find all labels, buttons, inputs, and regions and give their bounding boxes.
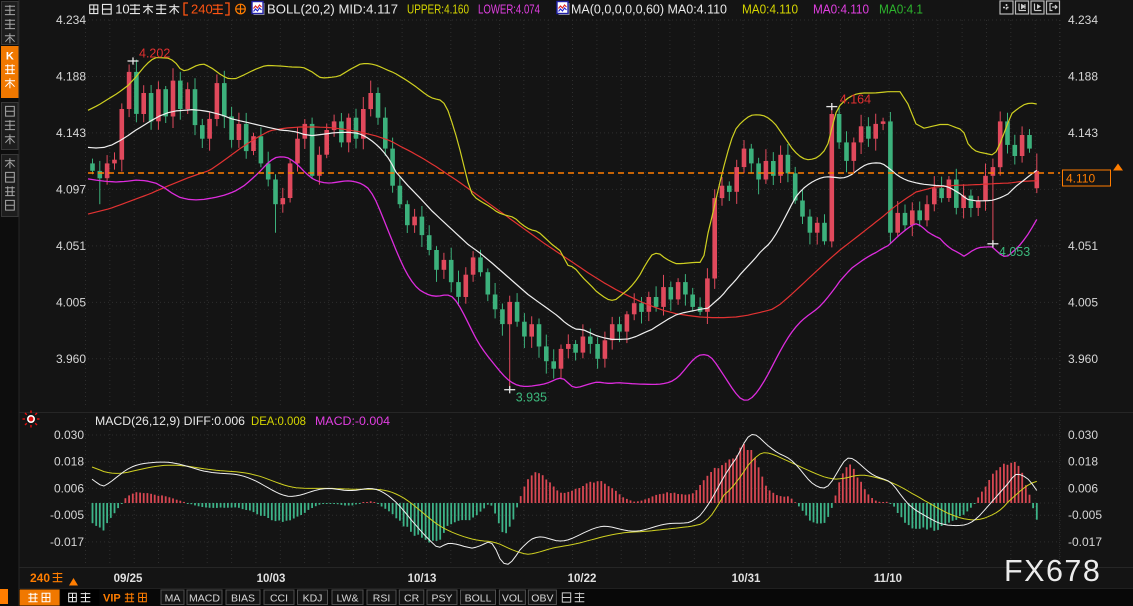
svg-text:MA0:4.110: MA0:4.110 <box>813 3 869 17</box>
svg-text:BOLL: BOLL <box>465 593 492 605</box>
svg-text:-0.017: -0.017 <box>1068 535 1102 549</box>
svg-text:0.018: 0.018 <box>54 455 84 469</box>
svg-text:-0.017: -0.017 <box>50 535 84 549</box>
svg-text:DEA:0.008: DEA:0.008 <box>251 414 306 428</box>
svg-text:10/03: 10/03 <box>257 573 286 585</box>
svg-text:4.234: 4.234 <box>1068 13 1098 27</box>
svg-text:4.202: 4.202 <box>139 47 170 61</box>
svg-text:PSY: PSY <box>431 593 452 605</box>
svg-text:0.006: 0.006 <box>1068 481 1098 495</box>
svg-text:OBV: OBV <box>531 593 553 605</box>
svg-text:4.143: 4.143 <box>1068 126 1098 140</box>
svg-text:4.164: 4.164 <box>840 93 871 107</box>
svg-text:4.234: 4.234 <box>56 13 86 27</box>
svg-text:4.005: 4.005 <box>56 295 86 309</box>
svg-text:MACD(26,12,9) DIFF:0.006: MACD(26,12,9) DIFF:0.006 <box>95 414 245 428</box>
svg-text:240: 240 <box>191 2 213 17</box>
svg-text:VIP: VIP <box>103 593 121 605</box>
svg-text:0.030: 0.030 <box>54 428 84 442</box>
svg-text:3.935: 3.935 <box>516 391 547 405</box>
svg-text:240: 240 <box>30 571 50 585</box>
svg-text:KDJ: KDJ <box>303 593 323 605</box>
svg-text:10: 10 <box>115 2 129 17</box>
svg-text:10/13: 10/13 <box>408 573 437 585</box>
svg-text:3.960: 3.960 <box>56 352 86 366</box>
svg-text:FX678: FX678 <box>1004 554 1101 588</box>
svg-text:CR: CR <box>404 593 420 605</box>
svg-text:MA0:4.1: MA0:4.1 <box>879 3 923 17</box>
svg-text:LOWER:4.074: LOWER:4.074 <box>478 3 540 17</box>
svg-text:4.053: 4.053 <box>999 245 1030 259</box>
svg-text:MA: MA <box>165 593 181 605</box>
svg-text:0.030: 0.030 <box>1068 428 1098 442</box>
svg-text:4.143: 4.143 <box>56 126 86 140</box>
svg-text:K: K <box>6 51 14 63</box>
svg-text:10/31: 10/31 <box>732 573 761 585</box>
svg-text:CCI: CCI <box>270 593 288 605</box>
svg-text:11/10: 11/10 <box>874 573 902 585</box>
svg-text:VOL: VOL <box>502 593 523 605</box>
svg-text:BOLL(20,2) MID:4.117: BOLL(20,2) MID:4.117 <box>267 3 398 17</box>
svg-text:09/25: 09/25 <box>114 573 143 585</box>
svg-text:0.006: 0.006 <box>54 481 84 495</box>
svg-text:4.051: 4.051 <box>1068 239 1098 253</box>
svg-text:MA(0,0,0,0,0,60) MA0:4.110: MA(0,0,0,0,0,60) MA0:4.110 <box>571 3 727 17</box>
svg-text:MACD: MACD <box>189 593 220 605</box>
svg-text:4.097: 4.097 <box>56 182 86 196</box>
svg-text:4.188: 4.188 <box>56 70 86 84</box>
svg-text:BIAS: BIAS <box>231 593 255 605</box>
svg-text:4.005: 4.005 <box>1068 295 1098 309</box>
svg-text:4.051: 4.051 <box>56 239 86 253</box>
svg-text:MA0:4.110: MA0:4.110 <box>742 3 798 17</box>
svg-text:4.188: 4.188 <box>1068 70 1098 84</box>
svg-text:MACD:-0.004: MACD:-0.004 <box>315 414 390 428</box>
svg-text:3.960: 3.960 <box>1068 352 1098 366</box>
svg-text:0.018: 0.018 <box>1068 455 1098 469</box>
svg-text:-0.005: -0.005 <box>50 508 84 522</box>
svg-text:-0.005: -0.005 <box>1068 508 1102 522</box>
svg-text:LW&: LW& <box>337 593 359 605</box>
svg-text:10/22: 10/22 <box>568 573 597 585</box>
svg-text:4.110: 4.110 <box>1066 172 1095 186</box>
svg-text:UPPER:4.160: UPPER:4.160 <box>407 3 469 17</box>
svg-text:RSI: RSI <box>373 593 391 605</box>
